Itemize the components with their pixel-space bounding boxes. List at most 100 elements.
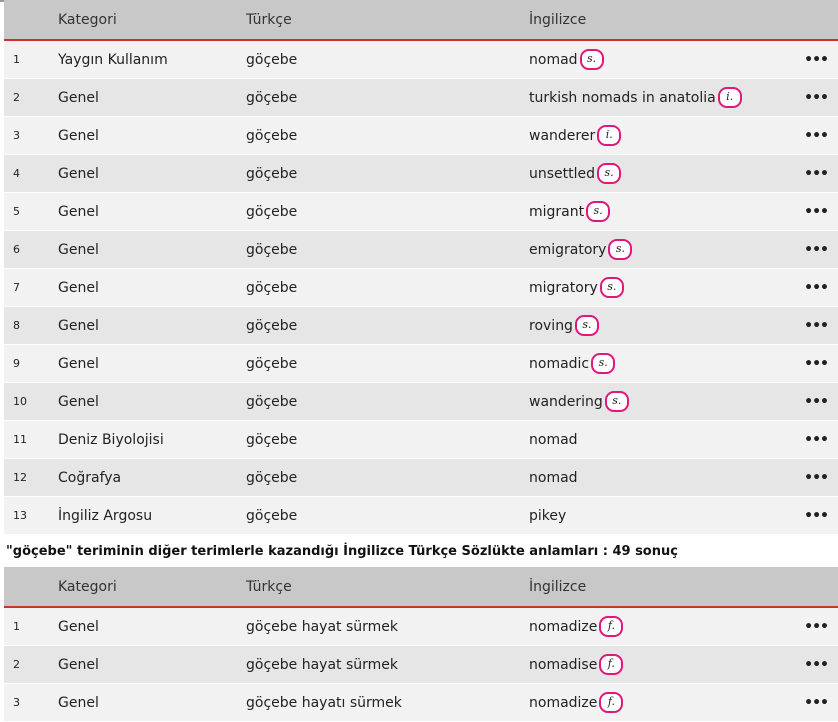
- row-english[interactable]: migrant: [529, 204, 584, 220]
- row-turkish[interactable]: göçebe: [246, 128, 297, 144]
- row-english[interactable]: turkish nomads in anatolia: [529, 90, 716, 106]
- table-row[interactable]: 9 Genel göçebe nomadic s. •••: [4, 345, 838, 383]
- row-english-cell: emigratory s.: [529, 239, 633, 260]
- row-turkish[interactable]: göçebe: [246, 242, 297, 258]
- more-options-icon[interactable]: •••: [804, 90, 829, 106]
- row-number: 12: [13, 471, 27, 484]
- row-english-cell: roving s.: [529, 315, 599, 336]
- row-category: Genel: [58, 241, 99, 258]
- row-turkish[interactable]: göçebe: [246, 318, 297, 334]
- row-category: Genel: [58, 279, 99, 296]
- row-english[interactable]: nomadic: [529, 356, 589, 372]
- row-turkish[interactable]: göçebe hayat sürmek: [246, 657, 398, 673]
- row-english[interactable]: wandering: [529, 394, 603, 410]
- more-options-icon[interactable]: •••: [804, 280, 829, 296]
- more-options-icon[interactable]: •••: [804, 166, 829, 182]
- table-body: 1 Yaygın Kullanım göçebe nomad s. ••• 2 Genel gö…: [4, 41, 838, 535]
- row-turkish[interactable]: göçebe: [246, 90, 297, 106]
- more-options-icon[interactable]: •••: [804, 657, 829, 673]
- row-english-cell: unsettled s.: [529, 163, 622, 184]
- word-type-tag: s.: [604, 391, 629, 412]
- table-row[interactable]: 1 Genel göçebe hayat sürmek nomadize f. •••: [4, 608, 838, 646]
- row-english[interactable]: pikey: [529, 508, 566, 524]
- table-row[interactable]: 10 Genel göçebe wandering s. •••: [4, 383, 838, 421]
- row-english[interactable]: emigratory: [529, 242, 606, 258]
- more-options-icon[interactable]: •••: [804, 695, 829, 711]
- row-english[interactable]: migratory: [529, 280, 598, 296]
- table-row[interactable]: 3 Genel göçebe wanderer i. •••: [4, 117, 838, 155]
- more-options-icon[interactable]: •••: [804, 356, 829, 372]
- row-english[interactable]: nomad: [529, 432, 578, 448]
- table-row[interactable]: 11 Deniz Biyolojisi göçebe nomad •••: [4, 421, 838, 459]
- row-number: 13: [13, 509, 27, 522]
- row-number: 7: [13, 281, 20, 294]
- table-row[interactable]: 13 İngiliz Argosu göçebe pikey •••: [4, 497, 838, 535]
- row-turkish[interactable]: göçebe: [246, 166, 297, 182]
- row-category: Coğrafya: [58, 469, 122, 486]
- row-category: Genel: [58, 317, 99, 334]
- row-english-cell: pikey: [529, 508, 566, 524]
- header-category: Kategori: [58, 11, 117, 28]
- word-type-tag: s.: [574, 315, 599, 336]
- table-row[interactable]: 3 Genel göçebe hayatı sürmek nomadize f. •••: [4, 684, 838, 722]
- more-options-icon[interactable]: •••: [804, 619, 829, 635]
- row-number: 2: [13, 658, 20, 671]
- more-options-icon[interactable]: •••: [804, 128, 829, 144]
- row-turkish[interactable]: göçebe: [246, 280, 297, 296]
- row-category: Genel: [58, 203, 99, 220]
- row-english[interactable]: nomad: [529, 470, 578, 486]
- row-english-cell: wandering s.: [529, 391, 629, 412]
- row-english[interactable]: nomad: [529, 52, 578, 68]
- row-turkish[interactable]: göçebe: [246, 432, 297, 448]
- section-title: "göçebe" teriminin diğer terimlerle kaza…: [6, 544, 678, 559]
- row-number: 2: [13, 91, 20, 104]
- table-row[interactable]: 4 Genel göçebe unsettled s. •••: [4, 155, 838, 193]
- table-row[interactable]: 5 Genel göçebe migrant s. •••: [4, 193, 838, 231]
- header-english: İngilizce: [529, 578, 587, 595]
- more-options-icon[interactable]: •••: [804, 318, 829, 334]
- table-row[interactable]: 6 Genel göçebe emigratory s. •••: [4, 231, 838, 269]
- row-turkish[interactable]: göçebe: [246, 470, 297, 486]
- table-row[interactable]: 1 Yaygın Kullanım göçebe nomad s. •••: [4, 41, 838, 79]
- more-options-icon[interactable]: •••: [804, 204, 829, 220]
- row-english-cell: nomad: [529, 432, 578, 448]
- row-english[interactable]: wanderer: [529, 128, 595, 144]
- header-category: Kategori: [58, 578, 117, 595]
- table-row[interactable]: 12 Coğrafya göçebe nomad •••: [4, 459, 838, 497]
- row-english-cell: migrant s.: [529, 201, 611, 222]
- more-options-icon[interactable]: •••: [804, 432, 829, 448]
- row-english[interactable]: unsettled: [529, 166, 595, 182]
- row-category: Yaygın Kullanım: [58, 51, 168, 68]
- row-turkish[interactable]: göçebe: [246, 356, 297, 372]
- table-row[interactable]: 8 Genel göçebe roving s. •••: [4, 307, 838, 345]
- row-turkish[interactable]: göçebe: [246, 394, 297, 410]
- row-english-cell: nomadic s.: [529, 353, 616, 374]
- row-turkish[interactable]: göçebe: [246, 204, 297, 220]
- header-turkish: Türkçe: [246, 11, 292, 28]
- row-english-cell: migratory s.: [529, 277, 624, 298]
- row-turkish[interactable]: göçebe: [246, 52, 297, 68]
- row-number: 1: [13, 53, 20, 66]
- more-options-icon[interactable]: •••: [804, 508, 829, 524]
- more-options-icon[interactable]: •••: [804, 470, 829, 486]
- more-options-icon[interactable]: •••: [804, 52, 829, 68]
- row-turkish[interactable]: göçebe hayatı sürmek: [246, 695, 402, 711]
- row-english[interactable]: roving: [529, 318, 573, 334]
- row-number: 3: [13, 129, 20, 142]
- row-english[interactable]: nomadize: [529, 695, 597, 711]
- related-terms-table: Kategori Türkçe İngilizce 1 Genel göçebe h…: [4, 567, 838, 722]
- more-options-icon[interactable]: •••: [804, 394, 829, 410]
- row-turkish[interactable]: göçebe hayat sürmek: [246, 619, 398, 635]
- row-number: 10: [13, 395, 27, 408]
- table-row[interactable]: 2 Genel göçebe hayat sürmek nomadise f. •••: [4, 646, 838, 684]
- table-row[interactable]: 2 Genel göçebe turkish nomads in anatolia i.…: [4, 79, 838, 117]
- word-type-tag: s.: [591, 353, 616, 374]
- word-type-tag: s.: [599, 277, 624, 298]
- row-english[interactable]: nomadise: [529, 657, 597, 673]
- row-english[interactable]: nomadize: [529, 619, 597, 635]
- header-english: İngilizce: [529, 11, 587, 28]
- row-number: 9: [13, 357, 20, 370]
- table-row[interactable]: 7 Genel göçebe migratory s. •••: [4, 269, 838, 307]
- row-turkish[interactable]: göçebe: [246, 508, 297, 524]
- more-options-icon[interactable]: •••: [804, 242, 829, 258]
